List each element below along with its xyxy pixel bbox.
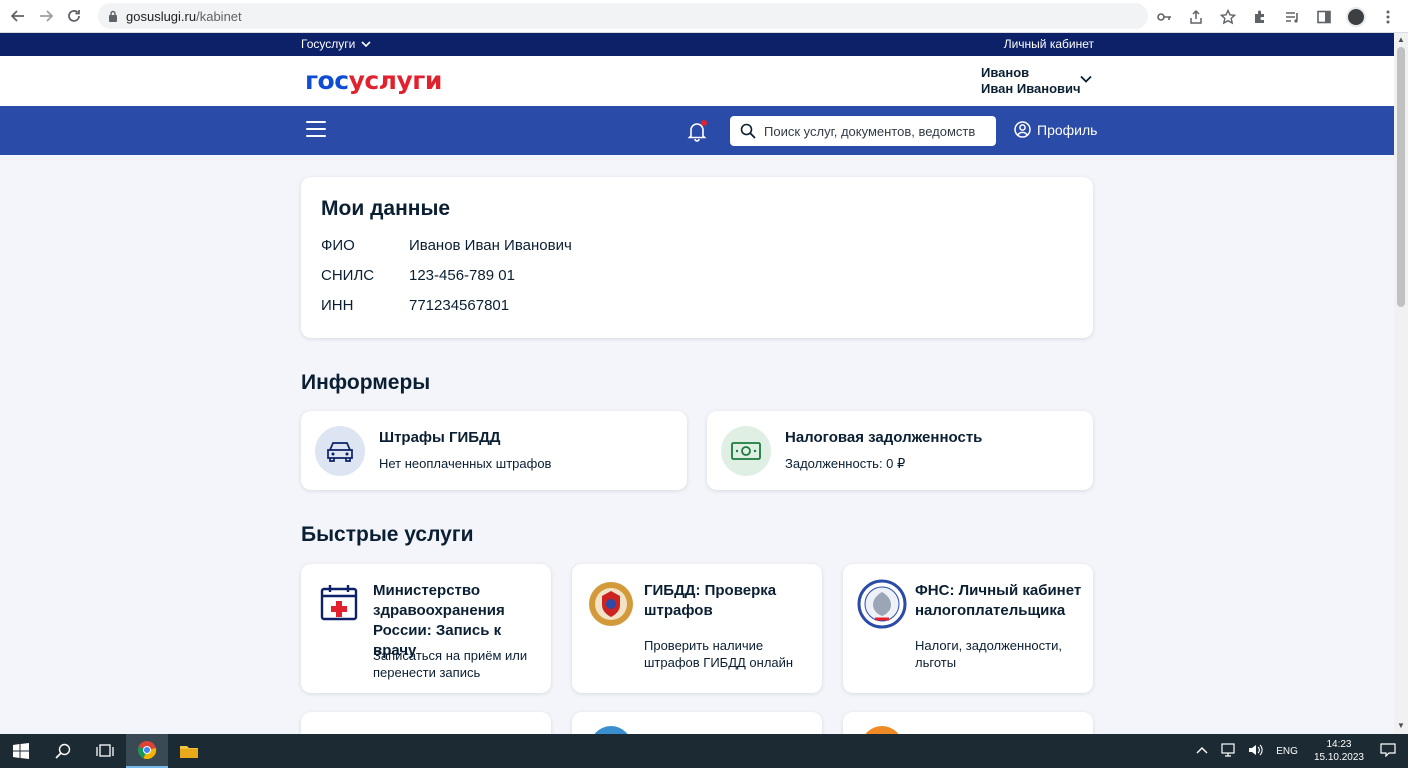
clock-time: 14:23 — [1326, 739, 1352, 750]
service-card-gibdd-fines[interactable]: ГИБДД: Проверка штрафов Проверить наличи… — [572, 564, 822, 693]
forward-icon[interactable] — [32, 2, 60, 30]
key-icon[interactable] — [1150, 3, 1178, 31]
chevron-down-icon — [361, 40, 371, 47]
notifications-bell-icon[interactable] — [686, 120, 708, 142]
file-explorer-icon[interactable] — [168, 734, 210, 768]
data-key: СНИЛС — [321, 267, 375, 284]
gibdd-emblem-icon — [586, 579, 636, 629]
windows-start-icon[interactable] — [0, 734, 42, 768]
service-subtitle: Записаться на приём или перенести запись — [373, 648, 528, 680]
service-subtitle: Проверить наличие штрафов ГИБДД онлайн — [644, 638, 794, 670]
back-icon[interactable] — [4, 2, 32, 30]
search-input[interactable] — [764, 123, 984, 139]
user-menu[interactable]: Иванов Иван Иванович — [981, 65, 1081, 97]
data-key: ИНН — [321, 297, 354, 314]
my-data-title: Мои данные — [321, 197, 451, 220]
informers-title: Информеры — [301, 371, 431, 394]
logo-part-gos: гос — [305, 66, 349, 95]
informer-subtitle: Задолженность: 0 ₽ — [785, 456, 906, 471]
user-first-middle-name: Иван Иванович — [981, 81, 1081, 96]
scroll-up-icon[interactable]: ▲ — [1397, 35, 1405, 44]
menu-dots-icon[interactable] — [1374, 3, 1402, 31]
site-header: госуслуги Иванов Иван Иванович — [0, 56, 1394, 106]
data-value: Иванов Иван Иванович — [409, 237, 572, 254]
data-key: ФИО — [321, 237, 355, 254]
service-subtitle: Налоги, задолженности, льготы — [915, 638, 1062, 670]
service-title: ФНС: Личный кабинет налогоплательщика — [915, 582, 1082, 619]
informer-title: Налоговая задолженность — [785, 429, 983, 446]
windows-taskbar: ENG 14:23 15.10.2023 — [0, 734, 1408, 768]
gosuslugi-logo[interactable]: госуслуги — [305, 66, 442, 95]
lock-icon — [109, 10, 117, 22]
profile-label: Профиль — [1037, 121, 1098, 138]
search-icon — [740, 123, 756, 139]
chevron-down-icon[interactable] — [1080, 72, 1092, 86]
clock-date: 15.10.2023 — [1313, 752, 1364, 763]
banknote-icon — [721, 426, 771, 476]
extensions-icon[interactable] — [1246, 3, 1274, 31]
portal-switcher[interactable]: Госуслуги — [301, 37, 371, 51]
main-nav-bar: Профиль — [0, 106, 1394, 155]
car-icon — [315, 426, 365, 476]
my-data-card: Мои данные ФИО Иванов Иван Иванович СНИЛ… — [301, 177, 1093, 338]
profile-avatar-icon[interactable] — [1342, 3, 1370, 31]
data-row-snils: СНИЛС 123-456-789 01 — [321, 267, 515, 284]
logo-part-uslugi: услуги — [348, 66, 443, 95]
informer-gibdd-fines[interactable]: Штрафы ГИБДД Нет неоплаченных штрафов — [301, 411, 687, 490]
medical-calendar-icon — [315, 579, 365, 629]
bookmark-star-icon[interactable] — [1214, 3, 1242, 31]
task-view-icon[interactable] — [84, 734, 126, 768]
portal-label: Госуслуги — [301, 37, 356, 51]
data-value: 771234567801 — [409, 297, 510, 314]
browser-toolbar: gosuslugi.ru/kabinet — [0, 0, 1408, 33]
search-icon[interactable] — [42, 734, 84, 768]
quick-services-title: Быстрые услуги — [301, 523, 474, 546]
service-title: ГИБДД: Проверка штрафов — [644, 582, 777, 619]
notifications-icon[interactable] — [1380, 742, 1396, 760]
service-card-fns-cabinet[interactable]: ФНС: Личный кабинет налогоплательщика На… — [843, 564, 1093, 693]
chevron-up-icon[interactable] — [1196, 746, 1208, 757]
media-icon[interactable] — [1278, 3, 1306, 31]
data-value: 123-456-789 01 — [409, 267, 515, 284]
share-icon[interactable] — [1182, 3, 1210, 31]
data-row-inn: ИНН 771234567801 — [321, 297, 509, 314]
hamburger-menu-icon[interactable] — [306, 121, 326, 139]
site-top-strip: Госуслуги Личный кабинет — [0, 33, 1394, 56]
system-tray: ENG 14:23 15.10.2023 — [1190, 734, 1408, 768]
user-last-name: Иванов — [981, 65, 1030, 80]
search-box[interactable] — [730, 116, 996, 146]
fns-emblem-icon — [857, 579, 907, 629]
scroll-down-icon[interactable]: ▼ — [1397, 721, 1405, 730]
clock[interactable]: 14:23 15.10.2023 — [1314, 738, 1364, 764]
side-panel-icon[interactable] — [1310, 3, 1338, 31]
profile-link[interactable]: Профиль — [1014, 121, 1097, 138]
reload-icon[interactable] — [60, 2, 88, 30]
cabinet-label[interactable]: Личный кабинет — [1004, 37, 1094, 51]
page-scrollbar[interactable]: ▲ ▼ — [1394, 33, 1408, 734]
informer-subtitle: Нет неоплаченных штрафов — [379, 456, 552, 471]
language-indicator[interactable]: ENG — [1276, 746, 1298, 757]
scroll-thumb[interactable] — [1397, 47, 1405, 307]
address-bar[interactable]: gosuslugi.ru/kabinet — [98, 3, 1148, 29]
informer-title: Штрафы ГИБДД — [379, 429, 501, 446]
url-path: /kabinet — [196, 8, 242, 24]
volume-icon[interactable] — [1248, 743, 1264, 760]
informer-tax-debt[interactable]: Налоговая задолженность Задолженность: 0… — [707, 411, 1093, 490]
service-card-doctor-appointment[interactable]: Министерство здравоохранения России: Зап… — [301, 564, 551, 693]
chrome-taskbar-icon[interactable] — [126, 734, 168, 768]
user-circle-icon — [1014, 121, 1031, 138]
network-icon[interactable] — [1220, 742, 1236, 760]
data-row-fio: ФИО Иванов Иван Иванович — [321, 237, 572, 254]
url-host: gosuslugi.ru — [126, 8, 197, 24]
